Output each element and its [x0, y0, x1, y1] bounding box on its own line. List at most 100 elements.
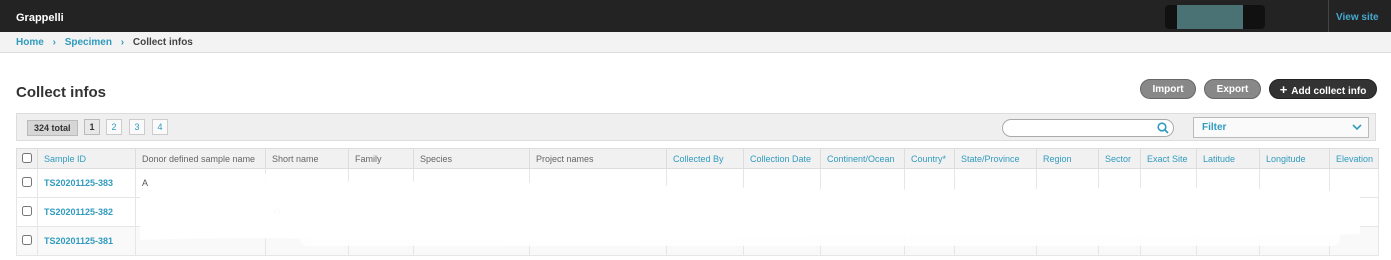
row-checkbox[interactable]	[22, 235, 32, 245]
cell	[1196, 197, 1260, 227]
page-title: Collect infos	[16, 84, 107, 101]
row-checkbox[interactable]	[22, 206, 32, 216]
breadcrumb-current: Collect infos	[132, 37, 193, 48]
cell	[529, 226, 667, 256]
sample-id-link[interactable]: TS20201125-383	[37, 168, 136, 198]
page-1: 1	[84, 119, 100, 135]
cell	[348, 226, 414, 256]
view-site-link[interactable]: View site	[1336, 12, 1379, 23]
cell	[348, 197, 414, 227]
column-header: Donor defined sample name	[135, 148, 266, 169]
cell	[1259, 168, 1330, 198]
cell	[954, 197, 1037, 227]
top-bar: Grappelli View site	[0, 0, 1391, 33]
cell	[954, 226, 1037, 256]
row-select-cell	[16, 197, 38, 227]
cell	[1259, 197, 1330, 227]
cell	[529, 197, 667, 227]
donor-cell: A	[135, 168, 266, 198]
cell	[1036, 197, 1099, 227]
cell	[743, 168, 821, 198]
search-input[interactable]	[1002, 119, 1174, 137]
results-table: Sample ID Donor defined sample name Shor…	[16, 148, 1379, 256]
donor-cell	[135, 226, 266, 256]
column-header[interactable]: Sample ID	[37, 148, 136, 169]
cell	[954, 168, 1037, 198]
sample-id-link[interactable]: TS20201125-382	[37, 197, 136, 227]
column-header: Species	[413, 148, 530, 169]
column-header: Family	[348, 148, 414, 169]
column-header[interactable]: Sector	[1098, 148, 1141, 169]
import-button[interactable]: Import	[1140, 79, 1196, 99]
cell	[904, 226, 955, 256]
breadcrumb-specimen[interactable]: Specimen	[65, 37, 112, 48]
row-checkbox[interactable]	[22, 177, 32, 187]
cell	[413, 197, 530, 227]
row-select-cell	[16, 226, 38, 256]
table-row: TS20201125-381	[16, 226, 1379, 256]
column-header[interactable]: Collection Date	[743, 148, 821, 169]
cell	[1329, 168, 1379, 198]
short-name-cell	[265, 168, 349, 198]
donor-cell	[135, 197, 266, 227]
page-3[interactable]: 3	[129, 119, 145, 135]
column-header[interactable]: Longitude	[1259, 148, 1330, 169]
search-icon[interactable]	[1157, 122, 1169, 134]
column-header[interactable]: Latitude	[1196, 148, 1260, 169]
cell	[1140, 226, 1197, 256]
cell	[820, 226, 905, 256]
cell	[1196, 226, 1260, 256]
add-collect-info-button[interactable]: + Add collect info	[1269, 79, 1377, 99]
cell	[1036, 226, 1099, 256]
row-select-cell	[16, 168, 38, 198]
cell	[820, 197, 905, 227]
cell	[1140, 197, 1197, 227]
column-header[interactable]: Elevation	[1329, 148, 1379, 169]
column-header: Project names	[529, 148, 667, 169]
column-header[interactable]: Region	[1036, 148, 1099, 169]
column-header[interactable]: Collected By	[666, 148, 744, 169]
page-4[interactable]: 4	[152, 119, 168, 135]
cell	[348, 168, 414, 198]
changelist-toolbar: 324 total 1 2 3 4 Filter	[16, 113, 1376, 141]
page-2[interactable]: 2	[106, 119, 122, 135]
export-button[interactable]: Export	[1204, 79, 1261, 99]
add-collect-info-label: Add collect info	[1291, 86, 1367, 97]
cell	[743, 226, 821, 256]
cell	[1098, 168, 1141, 198]
topbar-divider	[1328, 0, 1329, 32]
cell	[666, 197, 744, 227]
table-row: TS20201125-382 Yl	[16, 197, 1379, 227]
cell	[743, 197, 821, 227]
cell	[1196, 168, 1260, 198]
table-row: TS20201125-383 A	[16, 168, 1379, 198]
short-name-cell: Yl	[265, 197, 349, 227]
plus-icon: +	[1279, 82, 1288, 97]
short-name-cell	[265, 226, 349, 256]
filter-label: Filter	[1202, 122, 1227, 133]
column-header[interactable]: Continent/Ocean	[820, 148, 905, 169]
column-header[interactable]: Exact Site	[1140, 148, 1197, 169]
select-all-checkbox[interactable]	[22, 152, 32, 163]
cell	[529, 168, 667, 198]
filter-dropdown[interactable]: Filter	[1193, 117, 1369, 138]
select-all-cell	[16, 148, 38, 169]
sample-id-link[interactable]: TS20201125-381	[37, 226, 136, 256]
column-header[interactable]: Country*	[904, 148, 955, 169]
breadcrumb-bar: Home › Specimen › Collect infos	[0, 32, 1391, 53]
cell	[1140, 168, 1197, 198]
total-count: 324 total	[27, 120, 78, 136]
column-header[interactable]: State/Province	[954, 148, 1037, 169]
cell	[1259, 226, 1330, 256]
breadcrumb-home[interactable]: Home	[16, 37, 44, 48]
cell	[820, 168, 905, 198]
breadcrumb: Home › Specimen › Collect infos	[16, 37, 193, 48]
cell	[413, 226, 530, 256]
app-title[interactable]: Grappelli	[16, 12, 64, 24]
cell	[1098, 226, 1141, 256]
cell	[904, 168, 955, 198]
user-menu-redacted[interactable]	[1165, 5, 1265, 29]
cell	[666, 168, 744, 198]
chevron-right-icon: ›	[52, 37, 56, 48]
column-header: Short name	[265, 148, 349, 169]
